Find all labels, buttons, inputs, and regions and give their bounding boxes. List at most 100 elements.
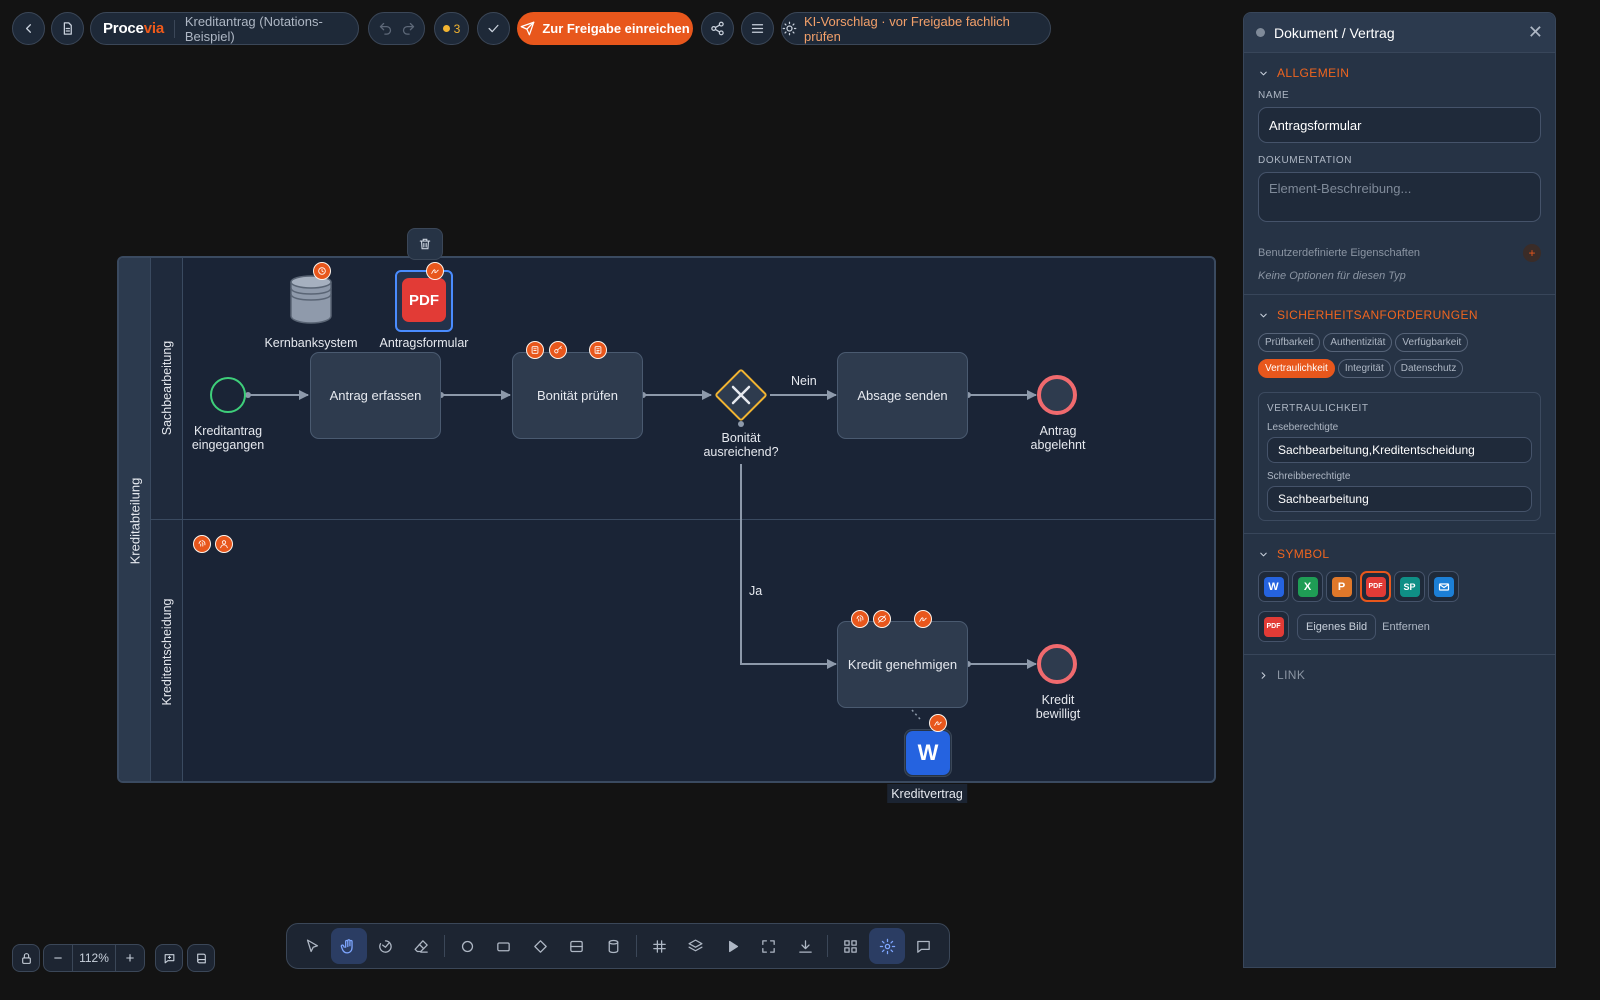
chat-icon [917,940,931,953]
close-icon[interactable]: ✕ [1528,22,1543,43]
read-permissions-input[interactable]: Sachbearbeitung,Kreditentscheidung [1267,437,1532,463]
panel-title: Dokument / Vertrag [1274,24,1395,41]
flow-label-yes: Ja [749,584,763,598]
signature-marker-icon[interactable] [929,714,947,732]
confidentiality-title: VERTRAULICHKEIT [1267,403,1369,414]
rectangle-icon [497,941,511,951]
document-label: Antragsformular [379,336,469,350]
write-permissions-input[interactable]: Sachbearbeitung [1267,486,1532,512]
play-icon [728,940,738,952]
name-label: NAME [1258,90,1290,101]
section-general-toggle[interactable]: ALLGEMEIN [1258,66,1541,80]
section-security-toggle[interactable]: SICHERHEITSANFORDERUNGEN [1258,308,1541,322]
hide-marker-icon[interactable] [873,610,891,628]
task-antrag-erfassen[interactable]: Antrag erfassen [310,352,441,439]
lane-tool[interactable] [559,928,595,964]
properties-panel: Dokument / Vertrag ✕ ALLGEMEIN NAME Antr… [1243,12,1556,968]
chip-authentizitaet[interactable]: Authentizität [1323,333,1393,352]
add-property-button[interactable]: + [1523,244,1541,262]
signature-marker-icon[interactable] [426,262,444,280]
audit-marker-icon[interactable] [526,341,544,359]
zoom-control: − 112% + [43,944,145,972]
start-event-label: Kreditantrag eingegangen [191,424,265,452]
simulate-button[interactable] [714,928,750,964]
comments-button[interactable] [906,928,942,964]
guide-button[interactable] [187,944,215,972]
task-tool[interactable] [486,928,522,964]
download-button[interactable] [787,928,823,964]
word-icon: W [1263,576,1284,597]
section-symbol-toggle[interactable]: SYMBOL [1258,547,1541,561]
chip-datenschutz[interactable]: Datenschutz [1393,359,1464,378]
gateway-tool[interactable] [523,928,559,964]
lock-button[interactable] [12,944,40,972]
flow-label-no: Nein [791,374,817,388]
panel-header: Dokument / Vertrag ✕ [1244,13,1555,53]
hand-tool[interactable] [331,928,367,964]
user-marker-icon[interactable] [215,535,233,553]
clock-marker-icon[interactable] [313,262,331,280]
datastore-tool[interactable] [596,928,632,964]
chip-verfuegbarkeit[interactable]: Verfügbarkeit [1395,333,1469,352]
settings-button[interactable] [869,928,905,964]
write-permissions-label: Schreibberechtigte [1267,471,1351,482]
flow-gateway-yes [740,464,837,669]
word-icon[interactable]: W [906,731,950,775]
circle-icon [461,940,473,952]
fullscreen-icon [762,939,775,953]
symbol-pdf-button[interactable]: PDF [1360,571,1391,602]
end-event-approved[interactable] [1037,644,1077,684]
section-link-toggle[interactable]: LINK [1258,668,1541,682]
no-options-text: Keine Optionen für diesen Typ [1258,270,1406,282]
chip-pruefbarkeit[interactable]: Prüfbarkeit [1258,333,1321,352]
drawing-toolbar [286,923,950,969]
symbol-mail-button[interactable] [1428,571,1459,602]
symbol-excel-button[interactable]: X [1292,571,1323,602]
delete-element-button[interactable] [407,228,443,260]
fingerprint-marker-icon[interactable] [193,535,211,553]
task-absage-senden[interactable]: Absage senden [837,352,968,439]
database-icon[interactable] [289,274,333,324]
zoom-in-button[interactable]: + [116,945,144,971]
pdf-icon[interactable]: PDF [402,278,446,322]
pdf-icon: PDF [1365,576,1386,597]
end-event-rejected[interactable] [1037,375,1077,415]
remove-symbol-button[interactable]: Entfernen [1382,621,1430,633]
event-tool[interactable] [450,928,486,964]
section-link: LINK [1244,655,1555,702]
comment-add-icon [164,953,174,963]
eraser-tool[interactable] [404,928,440,964]
grid-toggle[interactable] [641,928,677,964]
documentation-textarea[interactable]: Element-Beschreibung... [1258,172,1541,222]
start-event[interactable] [210,377,246,413]
key-marker-icon[interactable] [549,341,567,359]
symbol-sharepoint-button[interactable]: SP [1394,571,1425,602]
symbol-powerpoint-button[interactable]: P [1326,571,1357,602]
name-input[interactable]: Antragsformular [1258,107,1541,143]
layers-button[interactable] [678,928,714,964]
task-kredit-genehmigen[interactable]: Kredit genehmigen [837,621,968,708]
chevron-down-icon [1260,313,1267,317]
chevron-down-icon [1260,552,1267,556]
chip-integritaet[interactable]: Integrität [1337,359,1391,378]
signature-marker-icon[interactable] [914,610,932,628]
section-symbol: SYMBOL W X P PDF SP PDF Eigenes Bild Ent… [1244,534,1555,655]
chip-vertraulichkeit[interactable]: Vertraulichkeit [1258,359,1335,378]
symbol-word-button[interactable]: W [1258,571,1289,602]
fingerprint-marker-icon[interactable] [851,610,869,628]
section-security: SICHERHEITSANFORDERUNGEN Prüfbarkeit Auth… [1244,295,1555,534]
gear-icon [879,938,895,954]
datastore-label: Kernbanksystem [264,336,358,350]
custom-image-button[interactable]: Eigenes Bild [1297,613,1377,640]
zoom-out-button[interactable]: − [44,945,72,971]
comment-mode-button[interactable] [155,944,183,972]
gateway-label: Bonität ausreichend? [703,431,779,459]
list-marker-icon[interactable] [589,341,607,359]
confidentiality-box: VERTRAULICHKEIT Leseberechtigte Sachbear… [1258,392,1541,521]
select-tool[interactable] [295,928,331,964]
lasso-tool[interactable] [368,928,404,964]
task-bonitaet-pruefen[interactable]: Bonität prüfen [512,352,643,439]
apps-button[interactable] [833,928,869,964]
fit-view-button[interactable] [751,928,787,964]
zoom-level[interactable]: 112% [72,945,116,971]
